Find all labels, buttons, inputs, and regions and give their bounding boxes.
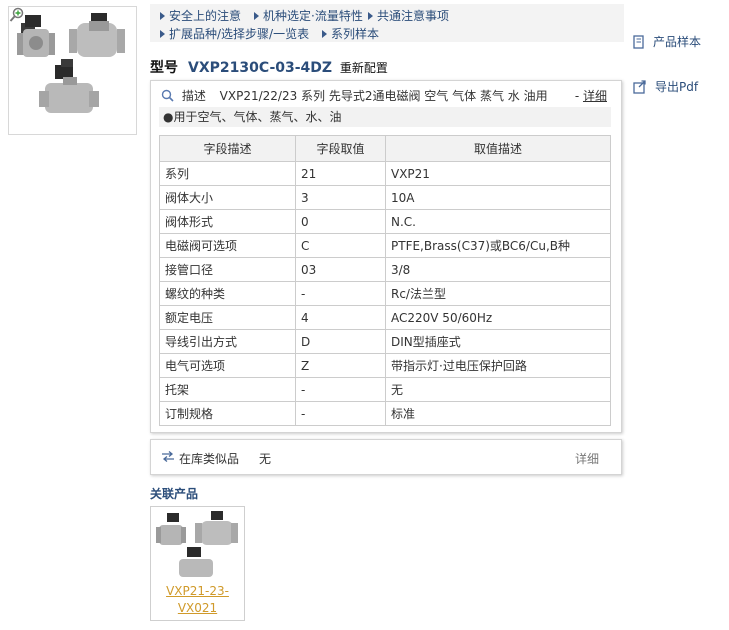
swap-icon <box>162 451 174 462</box>
model-heading: 型号 VXP2130C-03-4DZ 重新配置 <box>150 57 388 77</box>
nav-link-safety[interactable]: 安全上的注意 <box>160 7 241 24</box>
field-value: - <box>295 377 386 402</box>
value-description: AC220V 50/60Hz <box>385 305 611 330</box>
value-description: DIN型插座式 <box>385 329 611 354</box>
arrow-right-icon <box>160 12 165 20</box>
model-code: VXP2130C-03-4DZ <box>188 60 333 76</box>
field-value: 03 <box>295 257 386 282</box>
field-name: 阀体形式 <box>159 209 296 234</box>
table-row: 系列 21 VXP21 <box>159 161 611 186</box>
spec-panel: 描述 VXP21/22/23 系列 先导式2通电磁阀 空气 气体 蒸气 水 油用… <box>150 80 622 433</box>
zoom-icon[interactable] <box>9 7 25 23</box>
description-label: 描述 <box>181 89 206 103</box>
description-row: 描述 VXP21/22/23 系列 先导式2通电磁阀 空气 气体 蒸气 水 油用… <box>161 87 611 107</box>
table-header-row: 字段描述 字段取值 取值描述 <box>159 135 611 162</box>
field-value: D <box>295 329 386 354</box>
field-value: 21 <box>295 161 386 186</box>
in-stock-panel: 在库类似品 无 详细 <box>150 439 622 475</box>
table-row: 订制规格 - 标准 <box>159 401 611 426</box>
field-name: 额定电压 <box>159 305 296 330</box>
table-row: 电气可选项 Z 带指示灯·过电压保护回路 <box>159 353 611 378</box>
table-row: 螺纹的种类 - Rc/法兰型 <box>159 281 611 306</box>
table-row: 接管口径 03 3/8 <box>159 257 611 282</box>
book-icon <box>633 35 644 49</box>
export-pdf-link[interactable]: 导出Pdf <box>633 78 698 95</box>
in-stock-label: 在库类似品 <box>179 452 240 466</box>
spec-table: 字段描述 字段取值 取值描述 系列 21 VXP21 阀体大小 3 10A 阀体形式 0 N… <box>159 135 611 426</box>
nav-link-expanded-variants[interactable]: 扩展品种/选择步骤/一览表 <box>160 25 309 42</box>
usage-note: ●用于空气、气体、蒸气、水、油 <box>159 107 611 127</box>
field-name: 托架 <box>159 377 296 402</box>
table-row: 电磁阀可选项 C PTFE,Brass(C37)或BC6/Cu,B种 <box>159 233 611 258</box>
model-label: 型号 <box>150 60 178 76</box>
field-name: 电气可选项 <box>159 353 296 378</box>
field-name: 系列 <box>159 161 296 186</box>
related-product-name-line1[interactable]: VXP21-23- <box>151 583 244 600</box>
valve-image-2 <box>69 13 125 57</box>
value-description: 3/8 <box>385 257 611 282</box>
field-value: 4 <box>295 305 386 330</box>
related-product-name-line2[interactable]: VX021 <box>151 600 244 617</box>
product-image[interactable] <box>8 6 137 135</box>
search-icon <box>161 89 174 102</box>
valve-image-3 <box>39 59 99 113</box>
field-value: - <box>295 281 386 306</box>
nav-link-model-selection[interactable]: 机种选定·流量特性 <box>254 7 363 24</box>
description-text: VXP21/22/23 系列 先导式2通电磁阀 空气 气体 蒸气 水 油用 <box>219 89 548 103</box>
column-header: 字段取值 <box>295 135 386 162</box>
field-value: 0 <box>295 209 386 234</box>
related-product-card[interactable]: VXP21-23- VX021 <box>150 506 245 621</box>
table-row: 阀体形式 0 N.C. <box>159 209 611 234</box>
product-catalog-link[interactable]: 产品样本 <box>633 33 701 50</box>
value-description: 带指示灯·过电压保护回路 <box>385 353 611 378</box>
arrow-right-icon <box>322 30 327 38</box>
field-value: 3 <box>295 185 386 210</box>
table-row: 导线引出方式 D DIN型插座式 <box>159 329 611 354</box>
nav-link-series-catalog[interactable]: 系列样本 <box>322 25 379 42</box>
field-name: 螺纹的种类 <box>159 281 296 306</box>
related-products-title: 关联产品 <box>150 487 199 501</box>
top-nav-bar: 安全上的注意 机种选定·流量特性 共通注意事项 扩展品种/选择步骤/一览表 系列… <box>150 4 624 42</box>
export-icon <box>633 80 646 94</box>
table-row: 托架 - 无 <box>159 377 611 402</box>
field-name: 阀体大小 <box>159 185 296 210</box>
value-description: PTFE,Brass(C37)或BC6/Cu,B种 <box>385 233 611 258</box>
field-name: 接管口径 <box>159 257 296 282</box>
description-more[interactable]: - 详细 <box>575 87 607 104</box>
field-value: C <box>295 233 386 258</box>
table-row: 额定电压 4 AC220V 50/60Hz <box>159 305 611 330</box>
column-header: 字段描述 <box>159 135 296 162</box>
in-stock-value: 无 <box>259 452 272 466</box>
value-description: 10A <box>385 185 611 210</box>
field-value: - <box>295 401 386 426</box>
arrow-right-icon <box>368 12 373 20</box>
table-row: 阀体大小 3 10A <box>159 185 611 210</box>
arrow-right-icon <box>160 30 165 38</box>
related-product-image[interactable] <box>151 507 244 579</box>
column-header: 取值描述 <box>385 135 611 162</box>
value-description: VXP21 <box>385 161 611 186</box>
field-name: 订制规格 <box>159 401 296 426</box>
nav-link-common-precautions[interactable]: 共通注意事项 <box>368 7 449 24</box>
reconfigure-link[interactable]: 重新配置 <box>340 61 388 75</box>
value-description: 标准 <box>385 401 611 426</box>
value-description: Rc/法兰型 <box>385 281 611 306</box>
field-name: 导线引出方式 <box>159 329 296 354</box>
value-description: N.C. <box>385 209 611 234</box>
field-name: 电磁阀可选项 <box>159 233 296 258</box>
value-description: 无 <box>385 377 611 402</box>
field-value: Z <box>295 353 386 378</box>
in-stock-more-link[interactable]: 详细 <box>575 450 599 467</box>
arrow-right-icon <box>254 12 259 20</box>
